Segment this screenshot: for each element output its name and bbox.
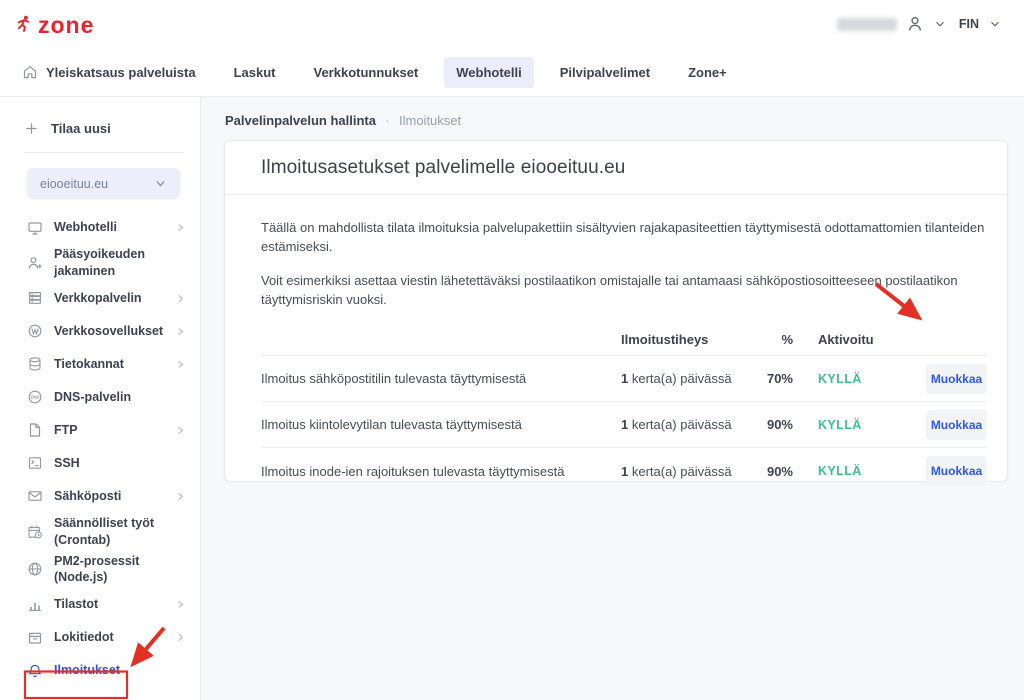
table-row-ilmoitus-s-hk-postitilin-tulevasta-t-yttymisest: Ilmoitus sähköpostitilin tulevasta täytt… — [261, 356, 987, 402]
zone-logo[interactable]: zone — [14, 12, 94, 37]
sidebar-item-verkkosovellukset[interactable]: Verkkosovellukset — [0, 315, 200, 348]
sidebar-item-s-hk-posti[interactable]: Sähköposti — [0, 480, 200, 513]
chevron-right-icon — [175, 425, 186, 436]
row-frequency: 1 kerta(a) päivässä — [621, 417, 761, 432]
chevron-right-icon — [175, 599, 186, 610]
file-icon — [27, 422, 43, 438]
tab-webhotelli[interactable]: Webhotelli — [444, 57, 533, 88]
order-new-button[interactable]: Tilaa uusi — [24, 121, 200, 136]
tab-zoneplus[interactable]: Zone+ — [676, 57, 739, 88]
bell-icon — [27, 663, 43, 679]
card-header: Ilmoitusasetukset palvelimelle eiooeituu… — [225, 141, 1007, 195]
sidebar-item-ssh[interactable]: SSH — [0, 447, 200, 480]
sidebar-item-webhotelli[interactable]: Webhotelli — [0, 211, 200, 244]
plus-icon — [24, 121, 39, 136]
intro-paragraph: Voit esimerkiksi asettaa viestin lähetet… — [261, 272, 985, 310]
sidebar-item-pm2-prosessit-node-js[interactable]: PM2-prosessit (Node.js) — [0, 551, 200, 589]
globe-icon — [27, 561, 43, 577]
chevron-right-icon — [175, 326, 186, 337]
row-percent: 90% — [761, 417, 793, 432]
user-icon[interactable] — [906, 15, 924, 33]
main-nav: Yleiskatsaus palveluista Laskut Verkkotu… — [0, 48, 1024, 97]
chevron-right-icon — [175, 359, 186, 370]
page-title: Ilmoitusasetukset palvelimelle eiooeituu… — [261, 157, 971, 179]
notifications-table: Ilmoitustiheys % Aktivoitu Ilmoitus sähk… — [261, 324, 987, 494]
table-row-ilmoitus-inode-ien-rajoituksen-tulevasta-t-yttymisest: Ilmoitus inode-ien rajoituksen tulevasta… — [261, 448, 987, 494]
sidebar-item-ftp[interactable]: FTP — [0, 414, 200, 447]
row-frequency: 1 kerta(a) päivässä — [621, 464, 761, 479]
bar-chart-icon — [27, 597, 43, 613]
sidebar-item-s-nn-lliset-ty-t-crontab[interactable]: Säännölliset työt (Crontab) — [0, 513, 200, 551]
sidebar-item-ilmoitukset[interactable]: Ilmoitukset — [0, 654, 200, 687]
column-header-percent: % — [761, 332, 793, 347]
zone-runner-icon — [14, 15, 32, 33]
sidebar-menu: Webhotelli Pääsyoikeuden jakaminen Verkk… — [0, 211, 200, 687]
mail-icon — [27, 488, 43, 504]
chevron-right-icon — [175, 632, 186, 643]
row-label: Ilmoitus kiintolevytilan tulevasta täytt… — [261, 417, 621, 432]
edit-button[interactable]: Muokkaa — [926, 456, 987, 486]
row-frequency: 1 kerta(a) päivässä — [621, 371, 761, 386]
tab-laskut[interactable]: Laskut — [222, 57, 288, 88]
topbar: zone FIN — [0, 0, 1024, 48]
chevron-down-icon[interactable] — [933, 17, 947, 31]
column-header-frequency: Ilmoitustiheys — [621, 332, 761, 347]
domain-select[interactable]: eiooeituu.eu — [27, 168, 180, 199]
chevron-right-icon — [175, 222, 186, 233]
user-plus-icon — [27, 255, 43, 271]
table-header-row: Ilmoitustiheys % Aktivoitu — [261, 324, 987, 356]
edit-button[interactable]: Muokkaa — [926, 410, 987, 440]
row-activated-badge: KYLLÄ — [793, 372, 926, 386]
table-row-ilmoitus-kiintolevytilan-tulevasta-t-yttymisest: Ilmoitus kiintolevytilan tulevasta täytt… — [261, 402, 987, 448]
chevron-right-icon — [175, 491, 186, 502]
intro-paragraph: Täällä on mahdollista tilata ilmoituksia… — [261, 219, 985, 257]
language-selector[interactable]: FIN — [959, 17, 979, 31]
monitor-icon — [27, 220, 43, 236]
wordpress-icon — [27, 323, 43, 339]
breadcrumb-separator: · — [385, 113, 390, 128]
notification-settings-card: Ilmoitusasetukset palvelimelle eiooeituu… — [224, 140, 1008, 482]
dns-icon: DNS — [27, 389, 43, 405]
column-header-activated: Aktivoitu — [793, 332, 926, 347]
row-percent: 70% — [761, 371, 793, 386]
sidebar-item-verkkopalvelin[interactable]: Verkkopalvelin — [0, 282, 200, 315]
archive-icon — [27, 630, 43, 646]
tab-pilvipalvelimet[interactable]: Pilvipalvelimet — [548, 57, 662, 88]
main-content: Palvelinpalvelun hallinta · Ilmoitukset … — [201, 97, 1024, 700]
user-name-redacted — [837, 18, 897, 31]
sidebar-item-tilastot[interactable]: Tilastot — [0, 588, 200, 621]
home-icon — [22, 64, 38, 80]
calendar-clock-icon — [27, 524, 43, 540]
table-body: Ilmoitus sähköpostitilin tulevasta täytt… — [261, 356, 987, 494]
chevron-down-icon — [154, 177, 167, 190]
chevron-right-icon — [175, 293, 186, 304]
server-icon — [27, 290, 43, 306]
sidebar-item-lokitiedot[interactable]: Lokitiedot — [0, 621, 200, 654]
order-new-label: Tilaa uusi — [51, 121, 111, 136]
sidebar-item-p-syoikeuden-jakaminen[interactable]: Pääsyoikeuden jakaminen — [0, 244, 200, 282]
terminal-icon — [27, 455, 43, 471]
sidebar-item-tietokannat[interactable]: Tietokannat — [0, 348, 200, 381]
edit-button[interactable]: Muokkaa — [926, 364, 987, 394]
sidebar: Tilaa uusi eiooeituu.eu Webhotelli Pääsy… — [0, 97, 201, 700]
row-label: Ilmoitus inode-ien rajoituksen tulevasta… — [261, 464, 621, 479]
sidebar-item-dns-palvelin[interactable]: DNS DNS-palvelin — [0, 381, 200, 414]
domain-select-value: eiooeituu.eu — [40, 177, 108, 191]
database-icon — [27, 356, 43, 372]
row-activated-badge: KYLLÄ — [793, 418, 926, 432]
breadcrumb: Palvelinpalvelun hallinta · Ilmoitukset — [225, 113, 1024, 128]
logo-text: zone — [38, 14, 94, 37]
sidebar-divider — [24, 152, 184, 153]
topbar-right: FIN — [837, 15, 1002, 33]
row-activated-badge: KYLLÄ — [793, 464, 926, 478]
tab-yleiskatsaus-palveluista[interactable]: Yleiskatsaus palveluista — [10, 56, 208, 88]
tab-verkkotunnukset[interactable]: Verkkotunnukset — [302, 57, 431, 88]
svg-text:DNS: DNS — [31, 395, 40, 400]
card-body: Täällä on mahdollista tilata ilmoituksia… — [225, 195, 1007, 494]
breadcrumb-item-parent[interactable]: Palvelinpalvelun hallinta — [225, 113, 376, 128]
breadcrumb-item-current: Ilmoitukset — [399, 113, 461, 128]
row-label: Ilmoitus sähköpostitilin tulevasta täytt… — [261, 371, 621, 386]
chevron-down-icon[interactable] — [988, 17, 1002, 31]
row-percent: 90% — [761, 464, 793, 479]
